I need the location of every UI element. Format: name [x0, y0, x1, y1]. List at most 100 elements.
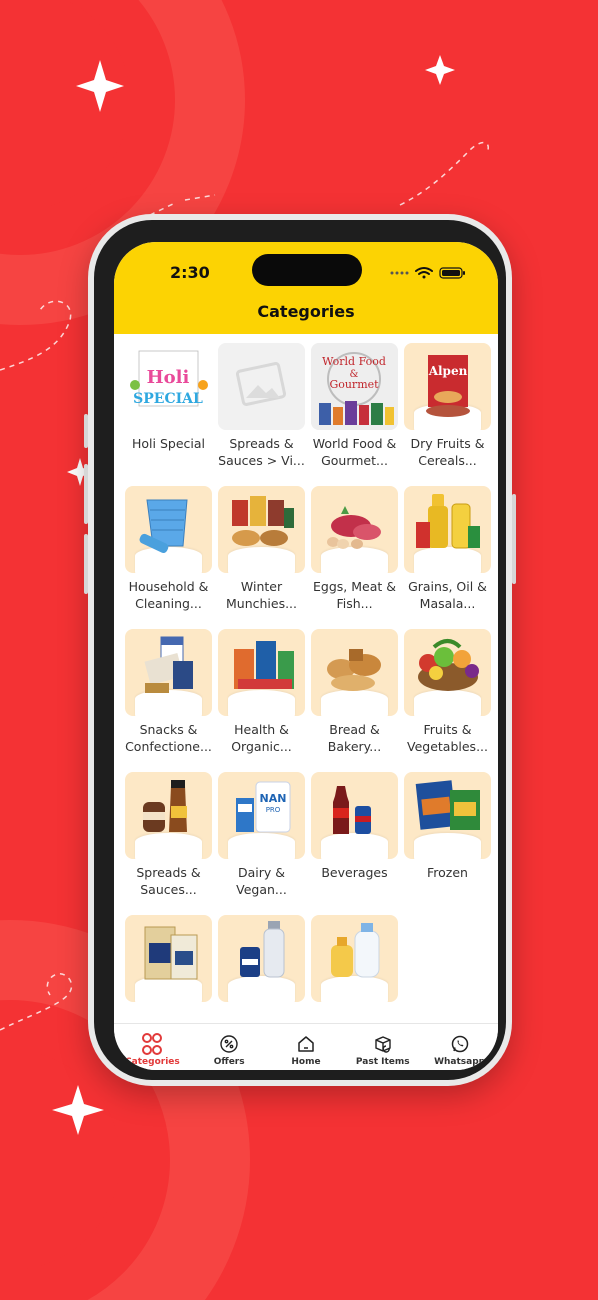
category-item[interactable]: Beverages	[311, 772, 398, 915]
product-illustration	[331, 923, 380, 978]
phone-bezel: 2:30 Categories Holi SPECIAL Holi Specia…	[94, 220, 506, 1080]
phone-volume-down	[84, 534, 88, 594]
product-illustration	[139, 499, 188, 553]
category-label: Health & Organic...	[231, 722, 292, 754]
tab-label: Whatsapp	[434, 1057, 486, 1067]
categories-grid-icon	[142, 1033, 163, 1055]
whatsapp-icon	[451, 1035, 468, 1053]
category-image	[404, 486, 491, 573]
product-illustration	[234, 641, 294, 689]
category-item[interactable]: Frozen	[404, 772, 491, 915]
product-illustration	[218, 343, 305, 430]
tab-label: Offers	[213, 1057, 245, 1067]
category-item[interactable]: Snacks & Confectione...	[125, 629, 212, 772]
tab-label: Categories	[125, 1057, 180, 1067]
status-time: 2:30	[170, 263, 210, 282]
category-label: Fruits & Vegetables...	[407, 722, 488, 754]
category-image	[311, 915, 398, 1002]
category-item[interactable]: Health & Organic...	[218, 629, 305, 772]
battery-icon	[439, 267, 465, 279]
status-icons	[390, 267, 465, 279]
product-illustration	[327, 649, 381, 691]
tab-categories[interactable]: Categories	[114, 1024, 191, 1070]
category-item[interactable]: NAN PRO Dairy & Vegan...	[218, 772, 305, 915]
svg-text:Holi: Holi	[147, 367, 190, 388]
phone-side-button	[84, 414, 88, 448]
category-label: Holi Special	[131, 436, 205, 451]
category-image: NAN PRO	[218, 772, 305, 859]
category-item[interactable]: Grains, Oil & Masala...	[404, 486, 491, 629]
category-image	[125, 629, 212, 716]
category-label	[218, 1007, 305, 1023]
category-item[interactable]	[218, 915, 305, 1023]
tab-offers[interactable]: Offers	[191, 1024, 268, 1070]
category-image	[218, 486, 305, 573]
category-image	[125, 486, 212, 573]
category-image: Alpen	[404, 343, 491, 430]
category-image: Holi SPECIAL	[125, 343, 212, 430]
category-image	[311, 772, 398, 859]
category-item[interactable]: Fruits & Vegetables...	[404, 629, 491, 772]
tab-label: Home	[291, 1057, 321, 1067]
phone-mockup: 2:30 Categories Holi SPECIAL Holi Specia…	[84, 214, 516, 1086]
tab-whatsapp[interactable]: Whatsapp	[421, 1024, 498, 1070]
category-image	[125, 915, 212, 1002]
category-label: Dairy & Vegan...	[236, 865, 287, 897]
categories-grid: Holi SPECIAL Holi Special Spreads & Sauces …	[125, 343, 497, 1023]
tab-home[interactable]: Home	[268, 1024, 345, 1070]
product-illustration	[418, 639, 479, 691]
category-label: Dry Fruits & Cereals...	[410, 436, 485, 468]
svg-text:SPECIAL: SPECIAL	[133, 391, 203, 407]
product-illustration	[240, 921, 285, 978]
signal-icon	[390, 271, 409, 275]
category-image	[404, 772, 491, 859]
box-refresh-icon	[375, 1036, 391, 1053]
category-label: World Food & Gourmet...	[312, 436, 397, 468]
category-image	[125, 772, 212, 859]
category-label	[125, 1007, 212, 1023]
category-label: Bread & Bakery...	[327, 722, 382, 754]
category-label: Snacks & Confectione...	[125, 722, 212, 754]
category-item[interactable]: Winter Munchies...	[218, 486, 305, 629]
category-item[interactable]: Alpen Dry Fruits & Cereals...	[404, 343, 491, 486]
page-title: Categories	[257, 302, 355, 321]
category-image	[218, 343, 305, 430]
svg-text:PRO: PRO	[266, 806, 281, 814]
category-label: Spreads & Sauces > Vi...	[218, 436, 305, 468]
category-label: Household & Cleaning...	[128, 579, 209, 611]
phone-power-button	[512, 494, 516, 584]
category-label: Beverages	[321, 865, 388, 880]
category-image	[218, 629, 305, 716]
svg-text:World Food: World Food	[322, 355, 386, 368]
category-label: Grains, Oil & Masala...	[408, 579, 487, 611]
tab-label: Past Items	[355, 1057, 410, 1067]
category-label: Spreads & Sauces...	[136, 865, 201, 897]
category-item[interactable]: Household & Cleaning...	[125, 486, 212, 629]
product-illustration	[416, 494, 480, 549]
category-item[interactable]: Holi SPECIAL Holi Special	[125, 343, 212, 486]
product-illustration	[415, 780, 480, 830]
svg-text:Gourmet: Gourmet	[329, 378, 379, 391]
product-illustration	[144, 636, 193, 693]
product-illustration	[144, 926, 198, 980]
category-item[interactable]: Spreads & Sauces...	[125, 772, 212, 915]
category-item[interactable]	[311, 915, 398, 1023]
category-label: Eggs, Meat & Fish...	[313, 579, 396, 611]
product-illustration	[143, 780, 187, 832]
category-item[interactable]: Bread & Bakery...	[311, 629, 398, 772]
wifi-icon	[415, 267, 433, 279]
category-image	[218, 915, 305, 1002]
product-illustration: NANPRO	[236, 781, 291, 833]
tab-past-items[interactable]: Past Items	[344, 1024, 421, 1070]
product-illustration: Alpen	[426, 355, 470, 417]
percent-badge-icon	[220, 1035, 238, 1053]
app-screen: 2:30 Categories Holi SPECIAL Holi Specia…	[114, 242, 498, 1070]
category-item[interactable]	[125, 915, 212, 1023]
category-item[interactable]: World Food & Gourmet World Food & Gourmet..…	[311, 343, 398, 486]
category-item[interactable]: Eggs, Meat & Fish...	[311, 486, 398, 629]
category-image	[404, 629, 491, 716]
product-illustration: Holi SPECIAL	[125, 343, 212, 430]
home-icon	[298, 1036, 314, 1052]
svg-text:NAN: NAN	[260, 792, 287, 805]
category-item[interactable]: Spreads & Sauces > Vi...	[218, 343, 305, 486]
